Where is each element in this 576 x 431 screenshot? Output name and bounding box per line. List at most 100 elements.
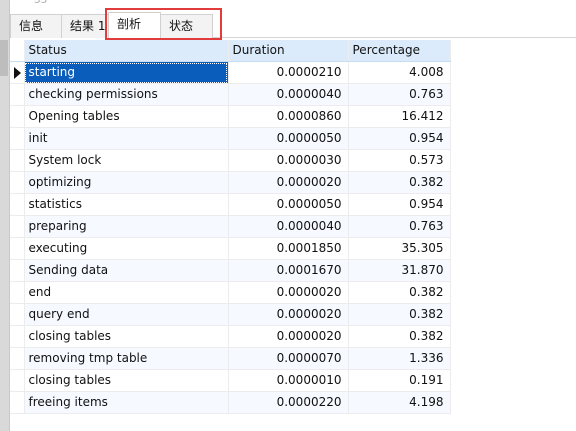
duration-cell[interactable]: 0.0000210 (228, 61, 349, 84)
duration-cell[interactable]: 0.0000050 (228, 193, 349, 216)
tab-profile[interactable]: 剖析 (108, 12, 161, 39)
duration-column-header[interactable]: Duration (228, 40, 349, 62)
status-cell[interactable]: freeing items (24, 391, 229, 414)
status-cell[interactable]: starting (24, 61, 229, 84)
status-cell[interactable]: init (24, 127, 229, 150)
duration-cell[interactable]: 0.0001850 (228, 237, 349, 260)
percentage-cell[interactable]: 0.763 (348, 215, 451, 238)
tab-info[interactable]: 信息 (10, 14, 62, 38)
row-marker-cell (10, 237, 25, 260)
table-row[interactable]: query end 0.0000020 0.382 (10, 303, 451, 326)
row-marker-header (10, 40, 25, 62)
status-cell[interactable]: closing tables (24, 325, 229, 348)
table-row[interactable]: Sending data 0.0001670 31.870 (10, 259, 451, 282)
duration-cell[interactable]: 0.0001670 (228, 259, 349, 282)
status-cell[interactable]: statistics (24, 193, 229, 216)
table-row[interactable]: statistics 0.0000050 0.954 (10, 193, 451, 216)
status-cell[interactable]: optimizing (24, 171, 229, 194)
left-scroll-gutter[interactable] (0, 0, 10, 431)
row-marker-cell (10, 105, 25, 128)
row-marker-cell (10, 391, 25, 414)
duration-cell[interactable]: 0.0000020 (228, 281, 349, 304)
status-cell[interactable]: Sending data (24, 259, 229, 282)
percentage-cell[interactable]: 0.191 (348, 369, 451, 392)
percentage-cell[interactable]: 31.870 (348, 259, 451, 282)
row-marker-cell (10, 303, 25, 326)
row-marker-cell (10, 149, 25, 172)
status-cell[interactable]: preparing (24, 215, 229, 238)
result-tabbar: 信息 结果 1 剖析 状态 (10, 10, 576, 39)
profile-result-panel: 33 信息 结果 1 剖析 状态 Status Duration Percent… (0, 0, 576, 431)
tab-status[interactable]: 状态 (160, 14, 213, 38)
table-row[interactable]: init 0.0000050 0.954 (10, 127, 451, 150)
status-cell[interactable]: query end (24, 303, 229, 326)
row-marker-cell (10, 369, 25, 392)
duration-cell[interactable]: 0.0000020 (228, 171, 349, 194)
percentage-cell[interactable]: 0.382 (348, 281, 451, 304)
table-row[interactable]: closing tables 0.0000010 0.191 (10, 369, 451, 392)
tab-info-label: 信息 (19, 19, 44, 33)
table-row[interactable]: preparing 0.0000040 0.763 (10, 215, 451, 238)
duration-cell[interactable]: 0.0000020 (228, 303, 349, 326)
status-cell[interactable]: Opening tables (24, 105, 229, 128)
percentage-column-header[interactable]: Percentage (348, 40, 451, 62)
table-row[interactable]: end 0.0000020 0.382 (10, 281, 451, 304)
duration-cell[interactable]: 0.0000220 (228, 391, 349, 414)
status-cell[interactable]: removing tmp table (24, 347, 229, 370)
table-row[interactable]: closing tables 0.0000020 0.382 (10, 325, 451, 348)
status-cell[interactable]: end (24, 281, 229, 304)
row-marker-cell (10, 347, 25, 370)
duration-cell[interactable]: 0.0000030 (228, 149, 349, 172)
table-row[interactable]: freeing items 0.0000220 4.198 (10, 391, 451, 414)
current-row-arrow-icon (14, 66, 21, 79)
percentage-cell[interactable]: 0.573 (348, 149, 451, 172)
row-marker-cell (10, 193, 25, 216)
row-marker-cell (10, 215, 25, 238)
row-marker-cell (10, 325, 25, 348)
profile-grid: Status Duration Percentage starting 0.00… (10, 40, 451, 414)
duration-cell[interactable]: 0.0000070 (228, 347, 349, 370)
status-cell[interactable]: System lock (24, 149, 229, 172)
row-marker-cell (10, 259, 25, 282)
duration-cell[interactable]: 0.0000020 (228, 325, 349, 348)
duration-cell[interactable]: 0.0000050 (228, 127, 349, 150)
status-cell[interactable]: closing tables (24, 369, 229, 392)
row-marker-cell (10, 127, 25, 150)
duration-cell[interactable]: 0.0000040 (228, 215, 349, 238)
status-cell[interactable]: executing (24, 237, 229, 260)
table-row[interactable]: executing 0.0001850 35.305 (10, 237, 451, 260)
table-row[interactable]: removing tmp table 0.0000070 1.336 (10, 347, 451, 370)
percentage-cell[interactable]: 0.382 (348, 303, 451, 326)
row-marker-cell (10, 61, 25, 84)
duration-cell[interactable]: 0.0000860 (228, 105, 349, 128)
tab-result-1[interactable]: 结果 1 (61, 14, 109, 38)
empty-grid-area (10, 416, 576, 431)
percentage-cell[interactable]: 0.382 (348, 325, 451, 348)
percentage-cell[interactable]: 0.382 (348, 171, 451, 194)
percentage-cell[interactable]: 4.008 (348, 61, 451, 84)
percentage-cell[interactable]: 1.336 (348, 347, 451, 370)
row-marker-cell (10, 171, 25, 194)
tab-profile-label: 剖析 (117, 17, 142, 31)
row-marker-cell (10, 83, 25, 106)
percentage-cell[interactable]: 16.412 (348, 105, 451, 128)
table-row[interactable]: System lock 0.0000030 0.573 (10, 149, 451, 172)
table-row[interactable]: Opening tables 0.0000860 16.412 (10, 105, 451, 128)
table-row[interactable]: starting 0.0000210 4.008 (10, 61, 451, 84)
status-column-header[interactable]: Status (24, 40, 229, 62)
tab-result-1-label: 结果 1 (70, 19, 106, 33)
percentage-cell[interactable]: 0.763 (348, 83, 451, 106)
editor-line-number: 33 (34, 0, 47, 7)
percentage-cell[interactable]: 0.954 (348, 193, 451, 216)
grid-header-row: Status Duration Percentage (10, 40, 451, 62)
duration-cell[interactable]: 0.0000010 (228, 369, 349, 392)
row-marker-cell (10, 281, 25, 304)
tab-status-label: 状态 (169, 19, 194, 33)
status-cell[interactable]: checking permissions (24, 83, 229, 106)
percentage-cell[interactable]: 4.198 (348, 391, 451, 414)
percentage-cell[interactable]: 35.305 (348, 237, 451, 260)
table-row[interactable]: optimizing 0.0000020 0.382 (10, 171, 451, 194)
table-row[interactable]: checking permissions 0.0000040 0.763 (10, 83, 451, 106)
duration-cell[interactable]: 0.0000040 (228, 83, 349, 106)
percentage-cell[interactable]: 0.954 (348, 127, 451, 150)
